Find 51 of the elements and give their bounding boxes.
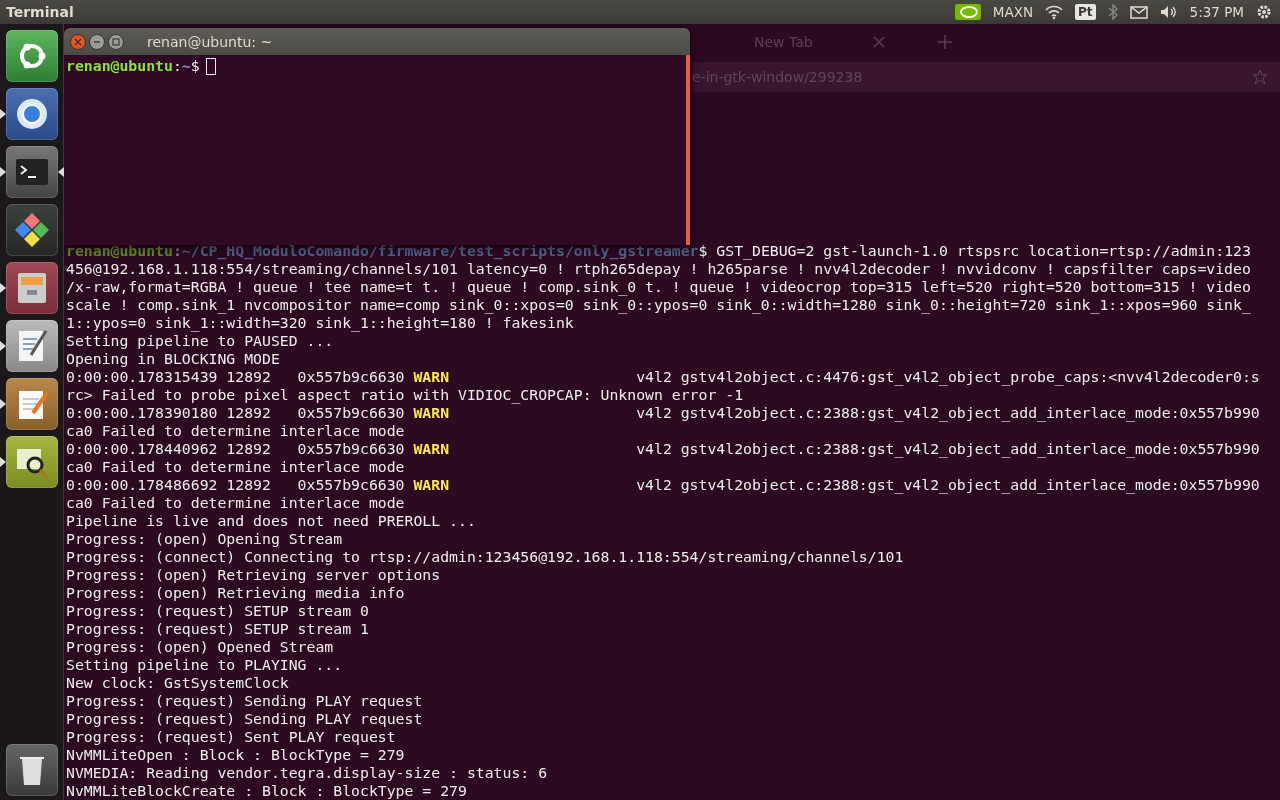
terminal-line: 0:00:00.178390180 12892 0x557b9c6630 WARN v4l2 gstv4l2object.c:2388:gst_v4l2_object_add_interlace_mode:0x557b990 — [66, 404, 1261, 422]
eye-logo-icon[interactable] — [954, 4, 981, 20]
terminal-line: Progress: (request) Sent PLAY request — [66, 728, 397, 746]
close-button[interactable] — [70, 33, 86, 50]
terminal-line: NvMMLiteBlockCreate : Block : BlockType = 279 — [66, 782, 468, 800]
terminal-line: NvMMLiteOpen : Block : BlockType = 279 — [66, 746, 406, 764]
app-title: Terminal — [6, 4, 74, 20]
terminal-line: renan@ubuntu:~/CP_HQ_ModuloComando/firmware/test_scripts/only_gstreamer$ GST_DEBUG=2 gst-launch-1.0 rtspsrc location=rtsp://admin:123 — [66, 242, 1252, 260]
terminal-line: 0:00:00.178315439 12892 0x557b9c6630 WARN v4l2 gstv4l2object.c:4476:gst_v4l2_object_probe_caps:<nvv4l2decoder0:s — [66, 368, 1261, 386]
settings-icon[interactable] — [1256, 4, 1272, 20]
terminal-line: Progress: (request) SETUP stream 1 — [66, 620, 370, 638]
terminal-line: Opening in BLOCKING MODE — [66, 350, 281, 368]
maximize-icon[interactable] — [112, 37, 120, 46]
minimize-button[interactable] — [89, 33, 105, 50]
terminal-line: New clock: GstSystemClock — [66, 674, 290, 692]
terminal-line: Progress: (request) SETUP stream 0 — [66, 602, 370, 620]
terminal-line: ca0 Failed to determine interlace mode — [66, 494, 406, 512]
terminal-line: Setting pipeline to PAUSED ... — [66, 332, 335, 350]
terminal-line: Progress: (open) Opened Stream — [66, 638, 335, 656]
terminal-line: 1::ypos=0 sink_1::width=320 sink_1::height=180 ! fakesink — [66, 314, 575, 332]
terminal-line: 0:00:00.178440962 12892 0x557b9c6630 WARN v4l2 gstv4l2object.c:2388:gst_v4l2_object_add_interlace_mode:0x557b990 — [66, 440, 1261, 458]
terminal-line: Progress: (open) Retrieving server options — [66, 566, 442, 584]
terminal-line: Progress: (open) Opening Stream — [66, 530, 344, 548]
terminal-line: ca0 Failed to determine interlace mode — [66, 422, 406, 440]
terminal-line: 456@192.168.1.118:554/streaming/channels/101 latency=0 ! rtph265depay ! h265parse ! nvv4l2decoder ! nvvidconv ! capsfilter caps=video — [66, 260, 1252, 278]
terminal-line: scale ! comp.sink_1 nvcompositor name=comp sink_0::xpos=0 sink_0::ypos=0 sink_0::width=1280 sink_0::height=720 sink_1::xpos=960 sink_ — [66, 296, 1252, 314]
terminal-line: NVMEDIA: Reading vendor.tegra.display-size : status: 6 — [66, 764, 549, 782]
wifi-icon[interactable] — [1045, 4, 1064, 20]
text-cursor — [205, 58, 216, 75]
close-icon[interactable] — [74, 37, 82, 46]
terminal-line: /x-raw,format=RGBA ! queue ! tee name=t t. ! queue ! comp.sink_0 t. ! queue ! videocrop top=315 left=520 right=520 bottom=315 ! video — [66, 278, 1252, 296]
terminal-line: Progress: (open) Retrieving media info — [66, 584, 406, 602]
keyboard-layout-indicator[interactable]: Pt — [1075, 4, 1096, 20]
launcher-item[interactable] — [0, 146, 64, 198]
terminal-line: rc> Failed to probe pixel aspect ratio with VIDIOC_CROPCAP: Unknown error -1 — [66, 386, 745, 404]
volume-icon[interactable] — [1159, 4, 1178, 20]
maximize-button[interactable] — [108, 33, 124, 50]
terminal-line: 0:00:00.178486692 12892 0x557b9c6630 WARN v4l2 gstv4l2object.c:2388:gst_v4l2_object_add_interlace_mode:0x557b990 — [66, 476, 1261, 494]
terminal-line: Progress: (request) Sending PLAY request — [66, 710, 424, 728]
indicator-text[interactable]: 5:37 PM — [1189, 4, 1244, 20]
indicator-text[interactable]: MAXN — [992, 4, 1034, 20]
terminal-line: Progress: (connect) Connecting to rtsp://admin:123456@192.168.1.118:554/streaming/channels/101 — [66, 548, 905, 566]
star-icon[interactable] — [1252, 69, 1268, 85]
terminal-line: Pipeline is live and does not need PREROLL ... — [66, 512, 477, 530]
window-title: renan@ubuntu: ~ — [147, 33, 273, 50]
terminal-line: ca0 Failed to determine interlace mode — [66, 458, 406, 476]
terminal-line: Setting pipeline to PLAYING ... — [66, 656, 344, 674]
bluetooth-icon[interactable] — [1107, 4, 1118, 20]
terminal-line: Progress: (request) Sending PLAY request — [66, 692, 424, 710]
terminal-prompt: renan@ubuntu:~$ — [66, 57, 216, 75]
envelope-icon[interactable] — [1129, 4, 1148, 20]
